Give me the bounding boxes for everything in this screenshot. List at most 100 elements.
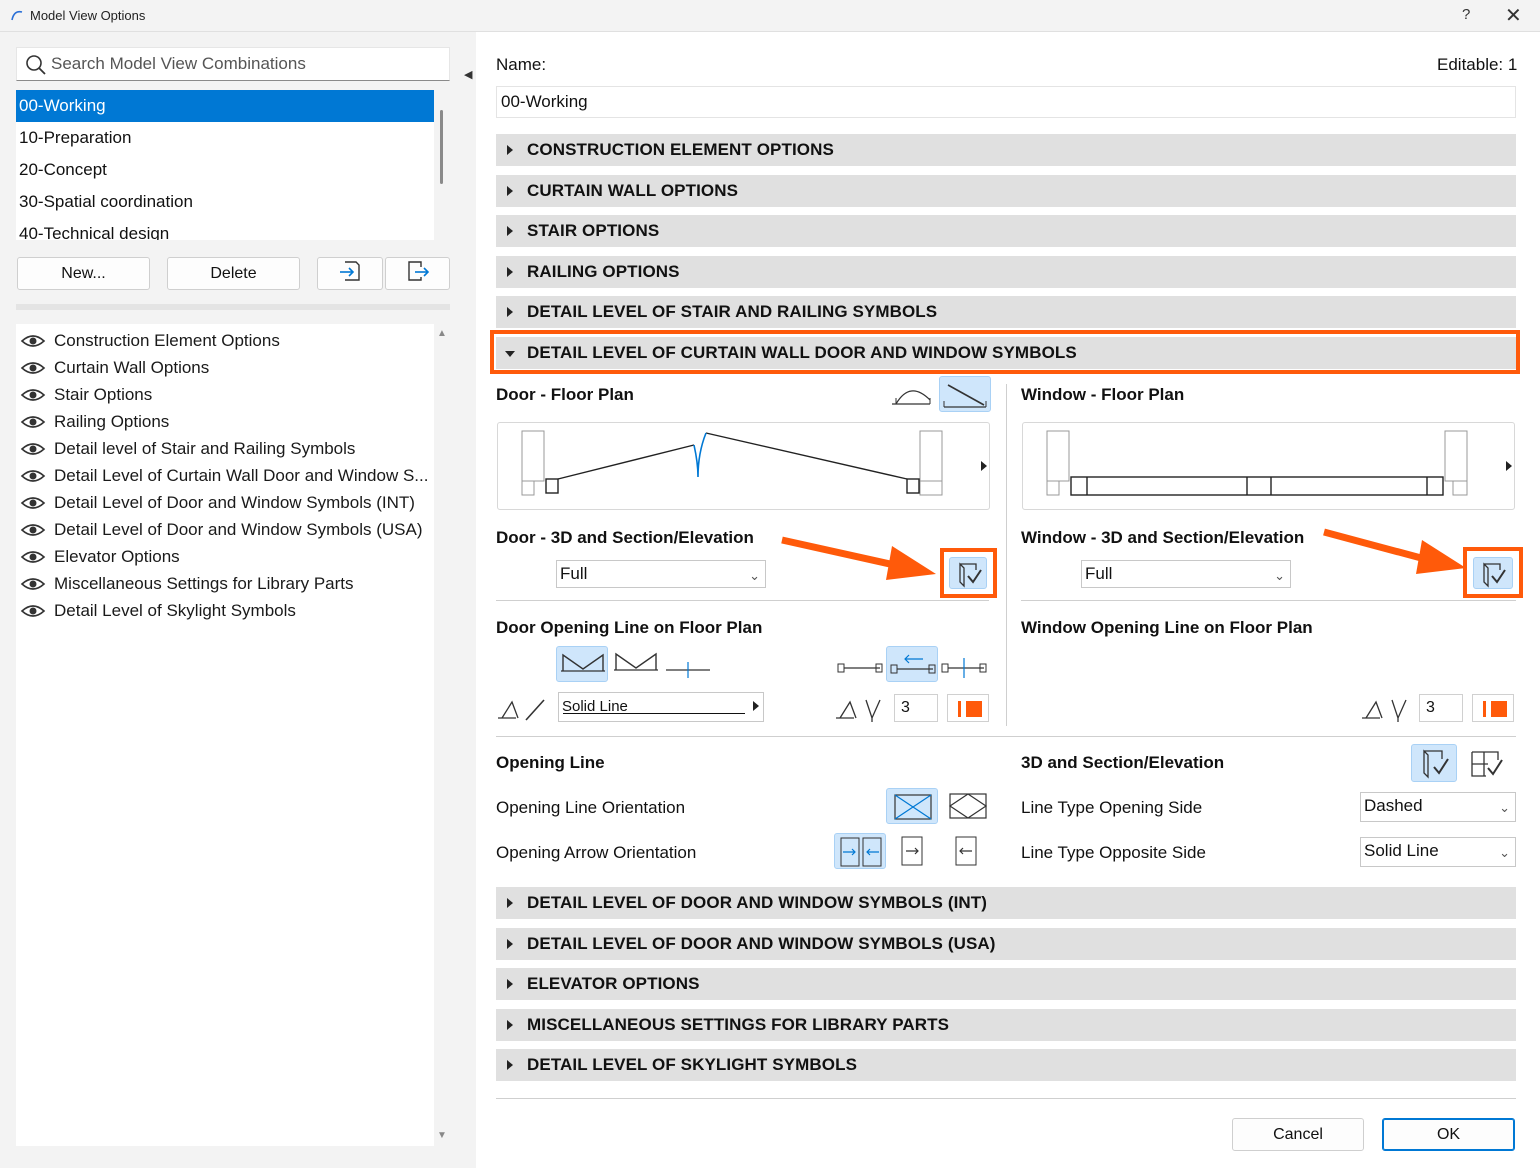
arrow-option-left[interactable] (886, 646, 938, 682)
eye-icon[interactable] (20, 468, 46, 484)
door-swing-curved-option[interactable] (888, 376, 938, 412)
section-door-window-usa[interactable]: DETAIL LEVEL OF DOOR AND WINDOW SYMBOLS … (496, 928, 1516, 960)
search-input[interactable] (51, 51, 441, 77)
arrow-orientation-both[interactable] (834, 833, 886, 869)
eye-icon[interactable] (20, 414, 46, 430)
door-check-icon (1423, 749, 1449, 779)
tree-item[interactable]: Elevator Options (16, 543, 434, 570)
section-skylight[interactable]: DETAIL LEVEL OF SKYLIGHT SYMBOLS (496, 1049, 1516, 1081)
help-button[interactable]: ? (1462, 6, 1470, 23)
arrow-right-icon (901, 836, 923, 866)
panel-splitter[interactable] (16, 304, 450, 310)
tree-item[interactable]: Stair Options (16, 381, 434, 408)
line-opposite-side-label: Line Type Opposite Side (1021, 843, 1206, 862)
ok-button[interactable]: OK (1382, 1118, 1515, 1151)
collapse-panel-arrow[interactable]: ◀ (464, 68, 472, 81)
opening-line-both-option[interactable] (556, 646, 608, 682)
tree-item[interactable]: Railing Options (16, 408, 434, 435)
expand-arrow-icon (507, 307, 513, 317)
eye-icon[interactable] (20, 603, 46, 619)
section-railing[interactable]: RAILING OPTIONS (496, 256, 1516, 288)
arrow-center-icon (941, 658, 987, 678)
orientation-inward-option[interactable] (886, 788, 938, 824)
arrow-option-center[interactable] (938, 646, 990, 682)
tree-item[interactable]: Detail Level of Door and Window Symbols … (16, 489, 434, 516)
eye-icon[interactable] (20, 387, 46, 403)
section-construction[interactable]: CONSTRUCTION ELEMENT OPTIONS (496, 134, 1516, 166)
window-plan-symbol (1046, 430, 1512, 496)
window-pen-number[interactable]: 3 (1419, 694, 1463, 722)
cancel-button[interactable]: Cancel (1232, 1118, 1364, 1151)
close-button[interactable]: ✕ (1505, 3, 1522, 28)
section-curtain-wall[interactable]: CURTAIN WALL OPTIONS (496, 175, 1516, 207)
door-3d-select[interactable]: Full ⌄ (556, 560, 766, 588)
opening-line-heading: Opening Line (496, 753, 605, 772)
section3d-door-option[interactable] (1411, 744, 1457, 782)
arrow-orientation-right[interactable] (896, 833, 930, 869)
tree-item[interactable]: Miscellaneous Settings for Library Parts (16, 570, 434, 597)
tree-item-label: Detail Level of Door and Window Symbols … (54, 520, 423, 539)
tree-item[interactable]: Detail Level of Door and Window Symbols … (16, 516, 434, 543)
eye-icon[interactable] (20, 360, 46, 376)
window-pen-color[interactable] (1472, 694, 1514, 722)
opening-line-none-option[interactable] (662, 646, 714, 682)
scroll-down-arrow[interactable]: ▼ (437, 1130, 447, 1141)
orientation-outward-option[interactable] (942, 788, 994, 824)
editable-count: Editable: 1 (1437, 55, 1518, 74)
select-value: Dashed (1364, 796, 1423, 815)
eye-icon[interactable] (20, 522, 46, 538)
left-panel: 00-Working 10-Preparation 20-Concept 30-… (0, 32, 472, 1168)
tree-item[interactable]: Curtain Wall Options (16, 354, 434, 381)
line-opening-side-select[interactable]: Dashed ⌄ (1360, 792, 1516, 822)
door-swing-straight-option[interactable] (939, 376, 991, 412)
section-misc-library[interactable]: MISCELLANEOUS SETTINGS FOR LIBRARY PARTS (496, 1009, 1516, 1041)
eye-icon[interactable] (20, 495, 46, 511)
eye-icon[interactable] (20, 333, 46, 349)
section-door-window-int[interactable]: DETAIL LEVEL OF DOOR AND WINDOW SYMBOLS … (496, 887, 1516, 919)
door-custom-settings-button[interactable] (949, 557, 987, 589)
right-panel: Name: Editable: 1 CONSTRUCTION ELEMENT O… (476, 32, 1540, 1168)
search-box[interactable] (16, 47, 450, 81)
combination-item[interactable]: 20-Concept (16, 154, 434, 186)
eye-icon[interactable] (20, 441, 46, 457)
combination-item[interactable]: 40-Technical design (16, 218, 434, 240)
door-opening-line-label: Door Opening Line on Floor Plan (496, 618, 763, 637)
combination-list[interactable]: 00-Working 10-Preparation 20-Concept 30-… (16, 90, 434, 240)
window-3d-label: Window - 3D and Section/Elevation (1021, 528, 1305, 547)
combination-item[interactable]: 10-Preparation (16, 122, 434, 154)
scroll-up-arrow[interactable]: ▲ (437, 328, 447, 339)
door-pen-number[interactable]: 3 (894, 694, 938, 722)
window-custom-settings-button[interactable] (1473, 557, 1513, 589)
arrow-orientation-left[interactable] (950, 833, 984, 869)
tree-item-label: Detail level of Stair and Railing Symbol… (54, 439, 356, 458)
line-opposite-side-select[interactable]: Solid Line ⌄ (1360, 837, 1516, 867)
tree-item[interactable]: Construction Element Options (16, 327, 434, 354)
name-field[interactable] (496, 86, 1516, 118)
arrow-option-none[interactable] (834, 646, 886, 682)
window-opening-line-label: Window Opening Line on Floor Plan (1021, 618, 1313, 637)
section-stair[interactable]: STAIR OPTIONS (496, 215, 1516, 247)
eye-icon[interactable] (20, 549, 46, 565)
eye-icon[interactable] (20, 576, 46, 592)
list-scrollbar[interactable] (440, 110, 443, 184)
section-stair-railing-symbols[interactable]: DETAIL LEVEL OF STAIR AND RAILING SYMBOL… (496, 296, 1516, 328)
opening-line-single-option[interactable] (610, 646, 662, 682)
new-button[interactable]: New... (17, 257, 150, 290)
tree-item-label: Curtain Wall Options (54, 358, 210, 377)
delete-button[interactable]: Delete (167, 257, 300, 290)
door-pen-color[interactable] (947, 694, 989, 722)
section-label: CURTAIN WALL OPTIONS (527, 181, 739, 200)
chevron-down-icon: ⌄ (1274, 568, 1285, 583)
combination-item[interactable]: 30-Spatial coordination (16, 186, 434, 218)
window-3d-select[interactable]: Full ⌄ (1081, 560, 1291, 588)
expand-arrow-icon (507, 186, 513, 196)
tree-item[interactable]: Detail Level of Curtain Wall Door and Wi… (16, 462, 434, 489)
export-button[interactable] (385, 257, 450, 290)
combination-item[interactable]: 00-Working (16, 90, 434, 122)
section-elevator[interactable]: ELEVATOR OPTIONS (496, 968, 1516, 1000)
tree-item[interactable]: Detail Level of Skylight Symbols (16, 597, 434, 624)
import-button[interactable] (317, 257, 383, 290)
section3d-window-option[interactable] (1464, 744, 1510, 782)
door-line-type-select[interactable]: Solid Line (558, 692, 764, 722)
tree-item[interactable]: Detail level of Stair and Railing Symbol… (16, 435, 434, 462)
